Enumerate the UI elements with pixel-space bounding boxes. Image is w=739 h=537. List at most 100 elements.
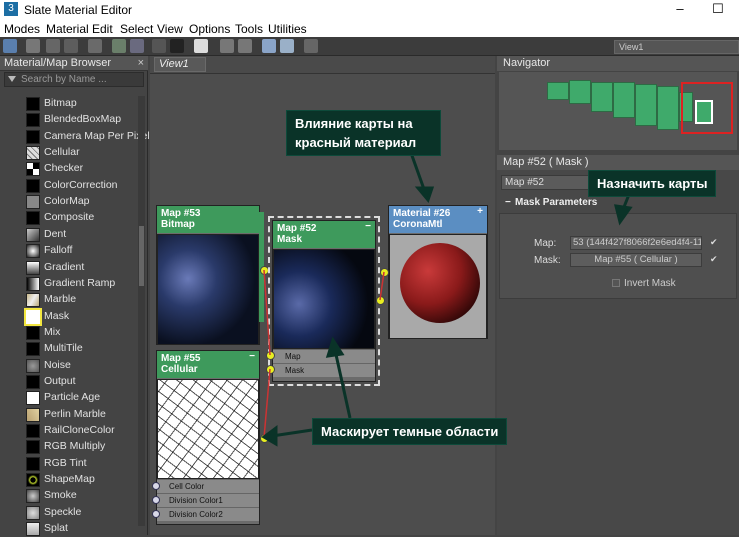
grey-swatch-icon [26,195,40,210]
collapse-icon[interactable]: − [505,195,511,211]
menu-material[interactable]: Material [46,22,89,36]
slot-division-color2[interactable]: Division Color2 [157,507,259,521]
mask-output-socket[interactable] [376,296,385,305]
list-item[interactable]: RGB Tint [4,456,136,472]
minimize-icon[interactable]: − [365,221,371,232]
hide-unused-icon[interactable] [130,39,144,53]
assign-material-icon[interactable] [64,39,78,53]
delete-icon[interactable] [88,39,102,53]
minimize-button[interactable]: – [670,1,690,19]
material-map-browser-icon[interactable] [262,39,276,53]
list-item[interactable]: Gradient Ramp [4,276,136,292]
put-material-icon[interactable] [46,39,60,53]
node-cellular[interactable]: Map #55 Cellular − Cell Color Division C… [156,350,260,525]
list-item[interactable]: RailCloneColor [4,423,136,439]
list-item[interactable]: Speckle [4,505,136,521]
slot-cell-color[interactable]: Cell Color [157,479,259,493]
tab-view1[interactable]: View1 [154,57,206,72]
node-header[interactable]: Material #26 CoronaMtl + [389,206,487,233]
slot-mask[interactable]: Mask [273,363,375,377]
checkbox-box[interactable] [612,279,620,288]
node-bitmap[interactable]: Map #53 Bitmap [156,205,264,345]
menu-modes[interactable]: Modes [4,22,40,36]
scrollbar-thumb[interactable] [139,226,144,286]
search-input[interactable]: Search by Name ... [4,72,144,87]
list-item[interactable]: ColorCorrection [4,178,136,194]
list-item-label: Cellular [44,146,80,159]
list-item-label: Particle Age [44,391,101,404]
node-type: CoronaMtl [393,219,443,230]
list-item[interactable]: Gradient [4,260,136,276]
minimize-icon[interactable]: − [249,351,255,362]
menu-tools[interactable]: Tools [235,22,263,36]
list-item[interactable]: Bitmap [4,96,136,112]
menu-select[interactable]: Select [120,22,153,36]
slot-map[interactable]: Map [273,349,375,363]
map-input-socket[interactable] [266,351,275,360]
node-header[interactable]: Map #53 Bitmap [157,206,259,233]
dent-swatch-icon [26,227,40,242]
parameter-editor-icon[interactable] [280,39,294,53]
list-item[interactable]: MultiTile [4,341,136,357]
list-item[interactable]: Noise [4,358,136,374]
checker-swatch-icon [26,162,40,177]
mask-input-socket[interactable] [266,365,275,374]
menu-options[interactable]: Options [189,22,230,36]
list-item[interactable]: Dent [4,227,136,243]
select-by-material-icon[interactable] [304,39,318,53]
material-input-socket[interactable] [380,268,389,277]
map-enable-checkbox[interactable]: ✔ [710,238,719,247]
list-item-label: Checker [44,162,84,175]
list-item[interactable]: Mask [4,307,136,326]
mask-button[interactable]: Map #55 ( Cellular ) [570,253,702,267]
list-item[interactable]: Marble [4,292,136,308]
mask-parameters-rollout[interactable]: − Mask Parameters [499,195,737,211]
layout-all-icon[interactable] [220,39,234,53]
menu-view[interactable]: View [157,22,183,36]
division-color2-socket[interactable] [152,510,160,518]
mask-enable-checkbox[interactable]: ✔ [710,255,719,264]
list-item[interactable]: Composite [4,210,136,226]
map-button[interactable]: 53 (144f427f8066f2e6ed4f4-115 [570,236,702,250]
maximize-button[interactable]: ☐ [708,1,728,19]
division-color1-socket[interactable] [152,496,160,504]
menu-utilities[interactable]: Utilities [268,22,307,36]
list-item[interactable]: Output [4,374,136,390]
preview-icon[interactable] [194,39,208,53]
list-item[interactable]: Smoke [4,488,136,504]
expand-icon[interactable]: + [477,206,483,217]
list-item[interactable]: Camera Map Per Pixel [4,129,150,145]
node-material[interactable]: Material #26 CoronaMtl + [388,205,488,339]
show-background-icon[interactable] [170,39,184,53]
list-item[interactable]: Falloff [4,243,136,259]
cellular-output-socket[interactable] [260,434,269,443]
pick-material-icon[interactable] [26,39,40,53]
viewport-rectangle[interactable] [681,82,733,134]
black-swatch-icon [26,440,40,455]
node-mask[interactable]: Map #52 Mask − Map Mask [272,220,376,382]
node-header[interactable]: Map #55 Cellular − [157,351,259,378]
slot-division-color1[interactable]: Division Color1 [157,493,259,507]
list-item[interactable]: Cellular [4,145,136,161]
navigator-canvas[interactable] [499,72,737,150]
list-item[interactable]: Checker [4,161,136,177]
list-item[interactable]: Particle Age [4,390,136,406]
cell-color-socket[interactable] [152,482,160,490]
move-children-icon[interactable] [112,39,126,53]
close-icon[interactable]: × [138,56,144,70]
select-tool-icon[interactable] [3,39,17,53]
list-item[interactable]: RGB Multiply [4,439,136,455]
view-dropdown[interactable]: View1 [614,40,739,54]
list-item[interactable]: Mix [4,325,136,341]
show-map-icon[interactable] [152,39,166,53]
dropdown-arrow-icon[interactable] [8,76,16,82]
layout-children-icon[interactable] [238,39,252,53]
invert-mask-checkbox[interactable]: Invert Mask [612,278,676,289]
list-item[interactable]: BlendedBoxMap [4,112,136,128]
list-item[interactable]: Perlin Marble [4,407,136,423]
node-header[interactable]: Map #52 Mask − [273,221,375,248]
list-item[interactable]: ColorMap [4,194,136,210]
menu-edit[interactable]: Edit [92,22,113,36]
scrollbar[interactable] [138,96,145,526]
list-item[interactable]: ShapeMap [4,472,136,488]
